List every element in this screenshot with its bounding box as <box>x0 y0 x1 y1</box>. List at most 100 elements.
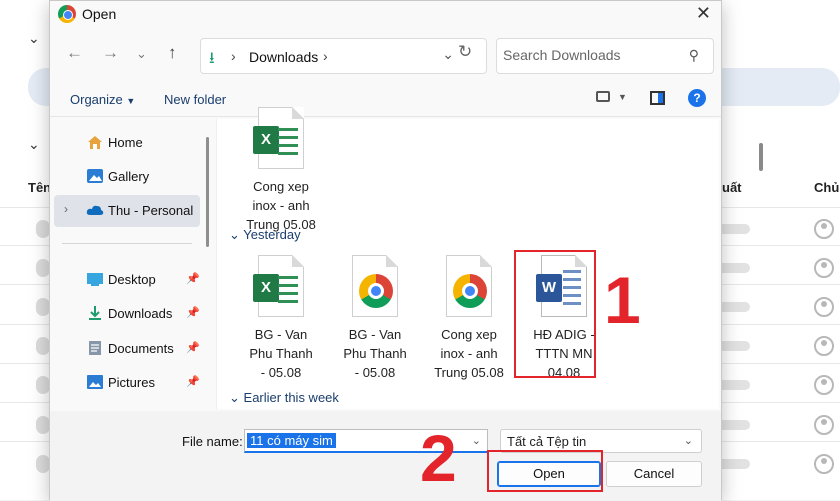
address-bar[interactable]: ⭳ › Downloads › ⌄ <box>200 38 487 74</box>
selected-file-highlight <box>514 250 596 378</box>
dialog-title: Open <box>82 6 117 22</box>
chrome-icon <box>359 274 393 308</box>
sidebar-item-label: Desktop <box>108 272 156 287</box>
group-header-yesterday[interactable]: ⌄ Yesterday <box>229 227 301 243</box>
back-arrow-icon[interactable]: ← <box>66 43 83 63</box>
view-options-icon[interactable] <box>596 91 610 102</box>
pin-icon[interactable]: 📌 <box>186 306 200 319</box>
chrome-icon <box>453 274 487 308</box>
chevron-down-icon[interactable]: ⌄ <box>472 434 481 447</box>
sidebar-item-onedrive[interactable]: › Thu - Personal <box>54 195 200 227</box>
avatar-icon <box>814 219 834 239</box>
table-row <box>36 376 50 394</box>
step-marker-1: 1 <box>604 263 641 337</box>
file-item[interactable]: BG - Van Phu Thanh - 05.08 <box>333 255 417 382</box>
avatar-icon <box>814 454 834 474</box>
file-item[interactable]: X Cong xep inox - anh Trung 05.08 <box>239 107 323 234</box>
recent-locations-chevron-icon[interactable]: ⌄ <box>136 46 147 62</box>
forward-arrow-icon[interactable]: → <box>102 43 119 63</box>
home-icon <box>88 136 102 149</box>
sidebar-divider <box>62 243 192 244</box>
column-header-name: Tên <box>28 180 52 195</box>
excel-badge: X <box>253 274 279 302</box>
group-label: Yesterday <box>243 227 301 242</box>
up-arrow-icon[interactable]: ↑ <box>168 43 177 63</box>
download-icon <box>89 306 101 320</box>
refresh-icon[interactable]: ↻ <box>458 42 472 62</box>
table-row <box>36 337 50 355</box>
chrome-icon <box>58 5 76 23</box>
column-header-date: uất <box>722 180 742 195</box>
chevron-right-icon[interactable]: › <box>64 202 68 216</box>
title-bar: Open ✕ <box>50 1 721 27</box>
dialog-footer: File name: 11 có máy sim ⌄ Tất cả Tệp ti… <box>50 411 721 501</box>
help-icon[interactable]: ? <box>688 89 706 107</box>
table-row <box>36 259 50 277</box>
file-name: BG - Van Phu Thanh - 05.08 <box>249 327 313 380</box>
open-button-highlight <box>487 450 603 492</box>
avatar-icon <box>814 375 834 395</box>
sidebar-item-label: Documents <box>108 341 174 356</box>
preview-pane-icon[interactable] <box>650 91 665 105</box>
sidebar-item-label: Gallery <box>108 169 150 184</box>
open-file-dialog: Open ✕ ← → ⌄ ↑ ⭳ › Downloads › ⌄ ↻ ⚲ Org… <box>49 0 763 501</box>
navigation-pane: Home Gallery › Thu - Personal Desktop 📌 … <box>50 119 216 409</box>
excel-file-icon: X <box>253 107 304 169</box>
chrome-html-file-icon <box>446 255 492 317</box>
breadcrumb-separator-icon: › <box>231 48 236 64</box>
avatar-icon <box>814 297 834 317</box>
sidebar-item-gallery[interactable]: Gallery <box>54 161 200 193</box>
step-marker-2: 2 <box>420 421 457 495</box>
table-row <box>36 298 50 316</box>
pin-icon[interactable]: 📌 <box>186 272 200 285</box>
sidebar-item-home[interactable]: Home <box>54 127 200 159</box>
sidebar-item-pictures[interactable]: Pictures 📌 <box>54 367 200 399</box>
search-input[interactable] <box>503 47 673 63</box>
search-icon: ⚲ <box>688 47 699 63</box>
file-name-label: File name: <box>182 434 243 449</box>
caret-down-icon[interactable]: ▼ <box>618 92 627 102</box>
new-folder-button[interactable]: New folder <box>164 92 226 107</box>
chevron-down-icon: ⌄ <box>229 227 240 242</box>
sidebar-scrollbar[interactable] <box>206 137 209 247</box>
breadcrumb-downloads[interactable]: Downloads <box>249 49 318 65</box>
avatar-icon <box>814 336 834 356</box>
pin-icon[interactable]: 📌 <box>186 375 200 388</box>
sidebar-item-label: Pictures <box>108 375 155 390</box>
excel-file-icon: X <box>253 255 304 317</box>
cancel-button[interactable]: Cancel <box>606 461 702 487</box>
command-bar: Organize ▼ New folder ▼ ? <box>50 83 721 117</box>
close-icon[interactable]: ✕ <box>696 3 711 24</box>
search-box[interactable]: ⚲ <box>496 38 714 74</box>
file-name: Cong xep inox - anh Trung 05.08 <box>434 327 504 380</box>
avatar-icon <box>814 258 834 278</box>
chevron-down-icon: ⌄ <box>28 30 40 46</box>
file-item[interactable]: Cong xep inox - anh Trung 05.08 <box>427 255 511 382</box>
file-list-scrollbar[interactable] <box>759 143 763 171</box>
desktop-icon <box>87 273 103 286</box>
group-label: Earlier this week <box>243 390 339 405</box>
chevron-down-icon: ⌄ <box>28 136 40 152</box>
download-icon: ⭳ <box>209 50 215 67</box>
organize-button[interactable]: Organize ▼ <box>70 92 135 107</box>
group-header-earlier-this-week[interactable]: ⌄ Earlier this week <box>229 390 339 406</box>
sidebar-item-label: Downloads <box>108 306 173 321</box>
file-type-value: Tất cả Tệp tin <box>507 434 587 449</box>
breadcrumb-separator-icon[interactable]: › <box>323 48 328 64</box>
sidebar-item-label: Thu - Personal <box>108 203 194 218</box>
table-row <box>36 455 50 473</box>
sidebar-item-downloads[interactable]: Downloads 📌 <box>54 298 200 330</box>
file-name: BG - Van Phu Thanh - 05.08 <box>343 327 407 380</box>
cloud-icon <box>86 205 104 215</box>
column-header-owner: Chủ <box>814 180 840 195</box>
sidebar-item-desktop[interactable]: Desktop 📌 <box>54 264 200 296</box>
file-name-value[interactable]: 11 có máy sim <box>247 433 336 448</box>
pin-icon[interactable]: 📌 <box>186 341 200 354</box>
excel-badge: X <box>253 126 279 154</box>
file-list: X Cong xep inox - anh Trung 05.08 ⌄ Yest… <box>216 107 763 409</box>
caret-down-icon: ▼ <box>126 96 136 106</box>
address-dropdown-icon[interactable]: ⌄ <box>442 46 454 63</box>
file-item[interactable]: X BG - Van Phu Thanh - 05.08 <box>239 255 323 382</box>
avatar-icon <box>814 415 834 435</box>
sidebar-item-documents[interactable]: Documents 📌 <box>54 333 200 365</box>
